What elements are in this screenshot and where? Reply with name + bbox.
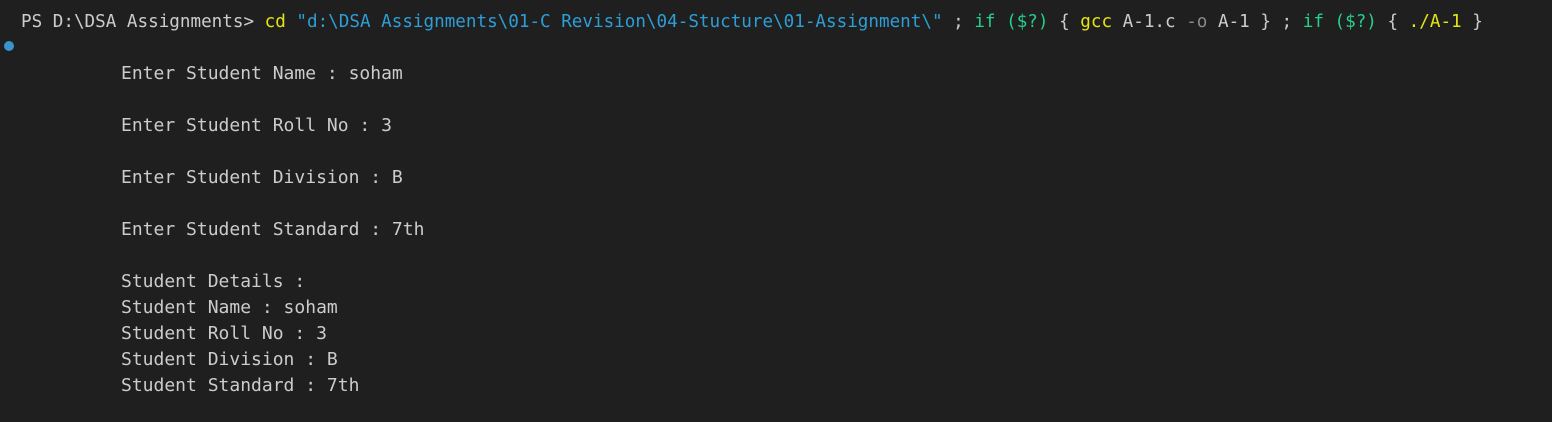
output-line-details-heading: Student Details :	[121, 271, 306, 292]
path-string: "d:\DSA Assignments\01-C Revision\04-Stu…	[296, 12, 943, 32]
command-line: PS D:\DSA Assignments> cd "d:\DSA Assign…	[21, 9, 1483, 35]
command-space	[1324, 12, 1335, 32]
output-line-roll: Student Roll No : 3	[121, 323, 327, 344]
command-separator: ;	[942, 12, 975, 32]
status-condition: ($?)	[1334, 12, 1377, 32]
terminal-panel[interactable]: PS D:\DSA Assignments> cd "d:\DSA Assign…	[0, 0, 1552, 422]
gcc-source-arg: A-1.c	[1112, 12, 1187, 32]
output-line-division: Student Division : B	[121, 349, 338, 370]
output-line-enter-name: Enter Student Name : soham	[121, 63, 403, 84]
close-brace: }	[1461, 12, 1483, 32]
cd-keyword: cd	[264, 12, 286, 32]
open-brace: {	[1048, 12, 1081, 32]
output-line-standard: Student Standard : 7th	[121, 375, 360, 396]
open-brace: {	[1376, 12, 1409, 32]
if-keyword: if	[1302, 12, 1324, 32]
command-decoration-dot-icon[interactable]	[4, 41, 14, 51]
run-executable: ./A-1	[1408, 12, 1462, 32]
output-line-name: Student Name : soham	[121, 297, 338, 318]
shell-prompt: PS D:\DSA Assignments>	[21, 12, 265, 32]
gcc-output-arg: A-1 } ;	[1207, 12, 1303, 32]
command-space	[286, 12, 297, 32]
status-condition: ($?)	[1006, 12, 1049, 32]
if-keyword: if	[974, 12, 996, 32]
output-flag: -o	[1186, 12, 1208, 32]
output-line-enter-standard: Enter Student Standard : 7th	[121, 219, 425, 240]
output-line-enter-roll: Enter Student Roll No : 3	[121, 115, 392, 136]
gcc-command: gcc	[1080, 12, 1113, 32]
command-space	[996, 12, 1007, 32]
output-line-enter-division: Enter Student Division : B	[121, 167, 403, 188]
